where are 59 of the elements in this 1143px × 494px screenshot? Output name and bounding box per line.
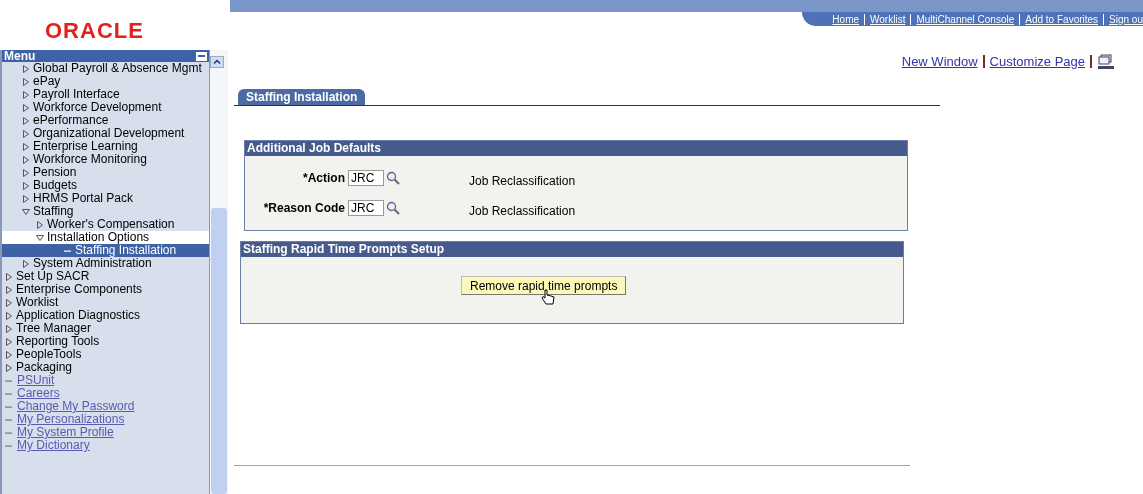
menu-item[interactable]: Staffing Installation [2, 244, 209, 257]
field-label: *Action [302, 169, 345, 187]
nav-link[interactable]: MultiChannel Console [916, 11, 1015, 27]
code-field[interactable]: JRC [348, 169, 384, 186]
menu-item[interactable]: Global Payroll & Absence Mgmt [2, 62, 209, 75]
scroll-up-icon[interactable] [210, 56, 224, 68]
nav-link[interactable]: Add to Favorites [1025, 11, 1099, 27]
menu-item[interactable]: ePay [2, 75, 209, 88]
search-icon[interactable] [386, 170, 400, 185]
field-label: *Reason Code [262, 199, 345, 217]
menu-item[interactable]: Installation Options [2, 231, 209, 244]
menu-item[interactable]: Enterprise Learning [2, 140, 209, 153]
menu-link[interactable]: My Personalizations [17, 413, 125, 426]
menu-item[interactable]: Application Diagnostics [2, 309, 209, 322]
menu-item[interactable]: ePerformance [2, 114, 209, 127]
menu-link[interactable]: PSUnit [17, 374, 55, 387]
tab[interactable]: Staffing Installation [238, 88, 366, 105]
menu-item[interactable]: Pension [2, 166, 209, 179]
collapsed-triangle-icon[interactable] [22, 260, 30, 268]
expanded-triangle-icon[interactable] [22, 208, 30, 216]
menu-item[interactable]: Worker's Compensation [2, 218, 209, 231]
menu-item[interactable]: System Administration [2, 257, 209, 270]
menu-link[interactable]: My Dictionary [17, 439, 90, 452]
collapse-icon[interactable] [196, 51, 207, 61]
expanded-triangle-icon[interactable] [36, 234, 44, 242]
menu-item[interactable]: Organizational Development [2, 127, 209, 140]
field-description: Job Reclassification [469, 172, 576, 190]
menu-link[interactable]: Change My Password [17, 400, 135, 413]
page-link[interactable]: Customize Page [989, 52, 1085, 72]
remove-prompts-button[interactable]: Remove rapid time prompts [461, 275, 627, 295]
nav-link[interactable]: Worklist [870, 11, 906, 27]
menu-item[interactable]: Reporting Tools [2, 335, 209, 348]
menu-item[interactable]: Payroll Interface [2, 88, 209, 101]
menu-item[interactable]: Staffing [2, 205, 209, 218]
menu-link[interactable]: Careers [17, 387, 60, 400]
menu-item[interactable]: Tree Manager [2, 322, 209, 335]
menu-title: Menu [4, 50, 36, 62]
menu-item[interactable]: PeopleTools [2, 348, 209, 361]
menu-item[interactable]: Enterprise Components [2, 283, 209, 296]
nav-link[interactable]: Home [832, 11, 860, 27]
menu-item[interactable]: Workforce Development [2, 101, 209, 114]
oracle-logo: ORACLE [45, 18, 144, 43]
collapsed-triangle-icon[interactable] [36, 221, 44, 229]
scrollbar[interactable] [210, 50, 228, 494]
menu-item[interactable]: Set Up SACR [2, 270, 209, 283]
menu-link[interactable]: My System Profile [17, 426, 114, 439]
menu-item[interactable]: Packaging [2, 361, 209, 374]
menu-item[interactable]: Workforce Monitoring [2, 153, 209, 166]
page-link[interactable]: New Window [901, 52, 978, 72]
nav-link[interactable]: Sign ou [1109, 11, 1143, 27]
search-icon[interactable] [386, 200, 400, 215]
http-link-icon[interactable] [1097, 53, 1115, 70]
menu-item[interactable]: Budgets [2, 179, 209, 192]
code-field[interactable]: JRC [348, 199, 384, 216]
panel-title: Staffing Rapid Time Prompts Setup [241, 241, 903, 257]
menu-item[interactable]: Worklist [2, 296, 209, 309]
menu-item[interactable]: HRMS Portal Pack [2, 192, 209, 205]
field-description: Job Reclassification [469, 202, 576, 220]
panel-title: Additional Job Defaults [245, 140, 907, 156]
